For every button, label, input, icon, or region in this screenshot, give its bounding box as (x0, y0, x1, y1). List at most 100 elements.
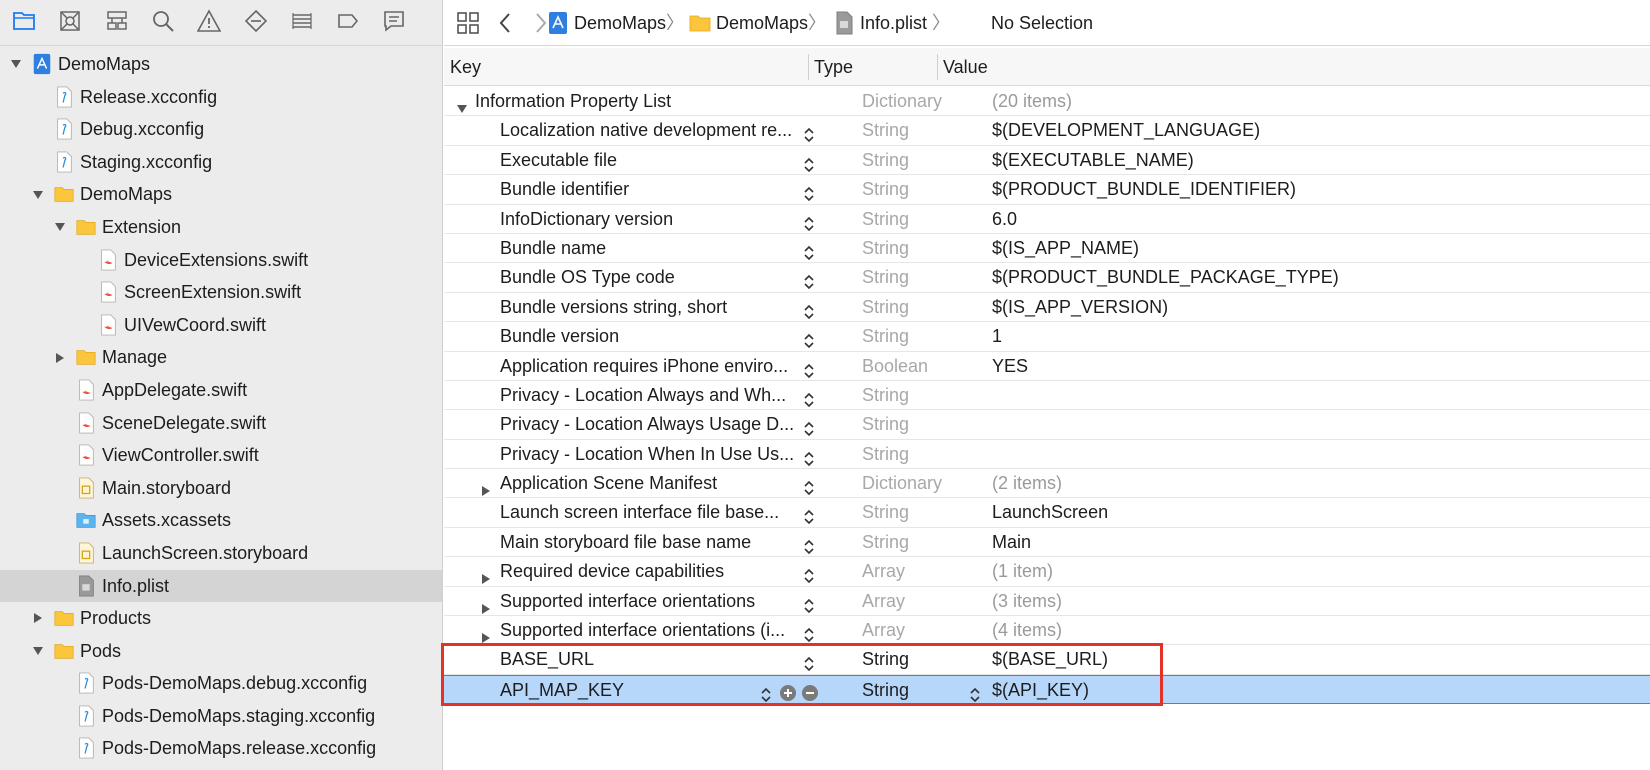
navigator-tab-source-control-icon[interactable] (57, 10, 83, 36)
key-stepper-icon[interactable] (759, 683, 773, 702)
plist-value[interactable]: 1 (992, 322, 1002, 351)
plist-value[interactable]: Main (992, 528, 1031, 557)
plist-value[interactable]: (20 items) (992, 87, 1072, 116)
plist-key[interactable]: Privacy - Location When In Use Us... (500, 440, 794, 469)
column-header-value[interactable]: Value (943, 48, 988, 86)
plist-type[interactable]: Dictionary (862, 469, 942, 498)
key-stepper-icon[interactable] (802, 182, 816, 202)
breadcrumb-item[interactable]: DemoMaps (716, 0, 808, 46)
breadcrumb-item[interactable]: No Selection (991, 0, 1093, 46)
column-header-key[interactable]: Key (450, 48, 481, 86)
plist-row[interactable]: Privacy - Location Always and Wh... Strin… (444, 381, 1650, 411)
column-divider[interactable] (808, 54, 809, 80)
plist-row[interactable]: Privacy - Location When In Use Us... Stri… (444, 440, 1650, 470)
plist-type[interactable]: Dictionary (862, 87, 942, 116)
file-tree-item[interactable]: Main.storyboard (0, 472, 442, 505)
file-tree-item[interactable]: ViewController.swift (0, 439, 442, 472)
plist-type[interactable]: String (862, 293, 909, 322)
disclosure-closed-icon[interactable] (480, 624, 492, 644)
related-items-grid-icon[interactable] (456, 11, 480, 35)
file-tree-item[interactable]: Debug.xcconfig (0, 113, 442, 146)
disclosure-open-icon[interactable] (8, 48, 24, 81)
key-stepper-icon[interactable] (802, 123, 816, 143)
file-tree-item[interactable]: Pods-DemoMaps.staging.xcconfig (0, 700, 442, 733)
plist-row[interactable]: Launch screen interface file base... Stri… (444, 498, 1650, 528)
file-tree-item[interactable]: UIVewCoord.swift (0, 309, 442, 342)
plist-row[interactable]: Supported interface orientations Array (3 … (444, 587, 1650, 617)
plist-key[interactable]: InfoDictionary version (500, 205, 673, 234)
key-stepper-icon[interactable] (802, 388, 816, 408)
back-chevron-icon[interactable] (494, 11, 518, 35)
plist-row[interactable]: Localization native development re... Str… (444, 116, 1650, 146)
key-stepper-icon[interactable] (802, 623, 816, 643)
add-row-plus-icon[interactable] (779, 682, 797, 701)
plist-type[interactable]: String (862, 263, 909, 292)
plist-row[interactable]: Information Property List Dictionary (20 i… (444, 87, 1650, 117)
navigator-tab-folder-icon[interactable] (11, 10, 37, 36)
plist-type[interactable]: String (862, 175, 909, 204)
plist-type[interactable]: String (862, 322, 909, 351)
key-stepper-icon[interactable] (802, 564, 816, 584)
plist-row[interactable]: Application requires iPhone enviro... Boo… (444, 352, 1650, 381)
plist-key[interactable]: BASE_URL (500, 645, 594, 674)
plist-row[interactable]: Application Scene Manifest Dictionary (2 i… (444, 469, 1650, 499)
plist-value[interactable]: $(PRODUCT_BUNDLE_PACKAGE_TYPE) (992, 263, 1339, 292)
key-stepper-icon[interactable] (802, 417, 816, 437)
plist-type[interactable]: String (862, 146, 909, 175)
file-tree-item[interactable]: ScreenExtension.swift (0, 276, 442, 309)
file-tree-item[interactable]: Assets.xcassets (0, 504, 442, 537)
plist-type[interactable]: String (862, 234, 909, 263)
navigator-tab-search-icon[interactable] (150, 10, 176, 36)
plist-value[interactable]: YES (992, 352, 1028, 381)
file-tree-item[interactable]: SceneDelegate.swift (0, 407, 442, 440)
column-header-type[interactable]: Type (814, 48, 853, 86)
file-tree-item[interactable]: AppDelegate.swift (0, 374, 442, 407)
plist-row[interactable]: Bundle OS Type code String $(PRODUCT_BUNDL… (444, 263, 1650, 293)
plist-type[interactable]: String (862, 410, 909, 439)
key-stepper-icon[interactable] (802, 270, 816, 290)
disclosure-open-icon[interactable] (52, 211, 68, 244)
type-stepper-icon[interactable] (968, 683, 982, 702)
plist-row[interactable]: Supported interface orientations (i... Ar… (444, 616, 1650, 646)
column-divider[interactable] (937, 54, 938, 80)
plist-value[interactable]: $(EXECUTABLE_NAME) (992, 146, 1194, 175)
file-tree-item[interactable]: DeviceExtensions.swift (0, 244, 442, 277)
navigator-tab-warning-icon[interactable] (196, 8, 222, 36)
plist-key[interactable]: Supported interface orientations (i... (500, 616, 785, 645)
plist-key[interactable]: Application Scene Manifest (500, 469, 717, 498)
key-stepper-icon[interactable] (802, 359, 816, 378)
navigator-tab-debug-list-icon[interactable] (289, 10, 315, 36)
plist-row[interactable]: Bundle identifier String $(PRODUCT_BUNDLE_… (444, 175, 1650, 205)
plist-value[interactable]: (1 item) (992, 557, 1053, 586)
plist-row[interactable]: API_MAP_KEY String $(API_KEY) (444, 674, 1650, 705)
disclosure-closed-icon[interactable] (52, 341, 68, 374)
plist-type[interactable]: String (862, 440, 909, 469)
plist-value[interactable]: $(DEVELOPMENT_LANGUAGE) (992, 116, 1260, 145)
plist-value[interactable]: $(IS_APP_NAME) (992, 234, 1139, 263)
file-tree-item[interactable]: Manage (0, 341, 442, 374)
plist-type[interactable]: String (862, 645, 909, 674)
plist-row[interactable]: Executable file String $(EXECUTABLE_NAME) (444, 146, 1650, 176)
plist-type[interactable]: Array (862, 587, 905, 616)
file-tree-item[interactable]: DemoMaps (0, 48, 442, 81)
navigator-tab-report-bubble-icon[interactable] (381, 10, 407, 36)
disclosure-open-icon[interactable] (30, 635, 46, 668)
plist-value[interactable]: (4 items) (992, 616, 1062, 645)
plist-row[interactable]: Bundle versions string, short String $(IS_… (444, 293, 1650, 323)
plist-key[interactable]: Launch screen interface file base... (500, 498, 779, 527)
plist-value[interactable]: (2 items) (992, 469, 1062, 498)
plist-key[interactable]: Privacy - Location Always and Wh... (500, 381, 786, 410)
breadcrumb-item[interactable]: Info.plist (860, 0, 927, 46)
file-tree-item[interactable]: Products (0, 602, 442, 635)
plist-row[interactable]: InfoDictionary version String 6.0 (444, 205, 1650, 234)
disclosure-open-icon[interactable] (30, 178, 46, 211)
file-tree-item[interactable]: DemoMaps (0, 178, 442, 211)
plist-key[interactable]: Main storyboard file base name (500, 528, 751, 557)
disclosure-closed-icon[interactable] (480, 477, 492, 497)
disclosure-closed-icon[interactable] (480, 595, 492, 614)
file-tree-item[interactable]: Pods-DemoMaps.release.xcconfig (0, 732, 442, 765)
file-tree-item[interactable]: LaunchScreen.storyboard (0, 537, 442, 570)
plist-value[interactable]: (3 items) (992, 587, 1062, 616)
navigator-tab-test-diamond-icon[interactable] (243, 9, 269, 36)
key-stepper-icon[interactable] (802, 153, 816, 172)
